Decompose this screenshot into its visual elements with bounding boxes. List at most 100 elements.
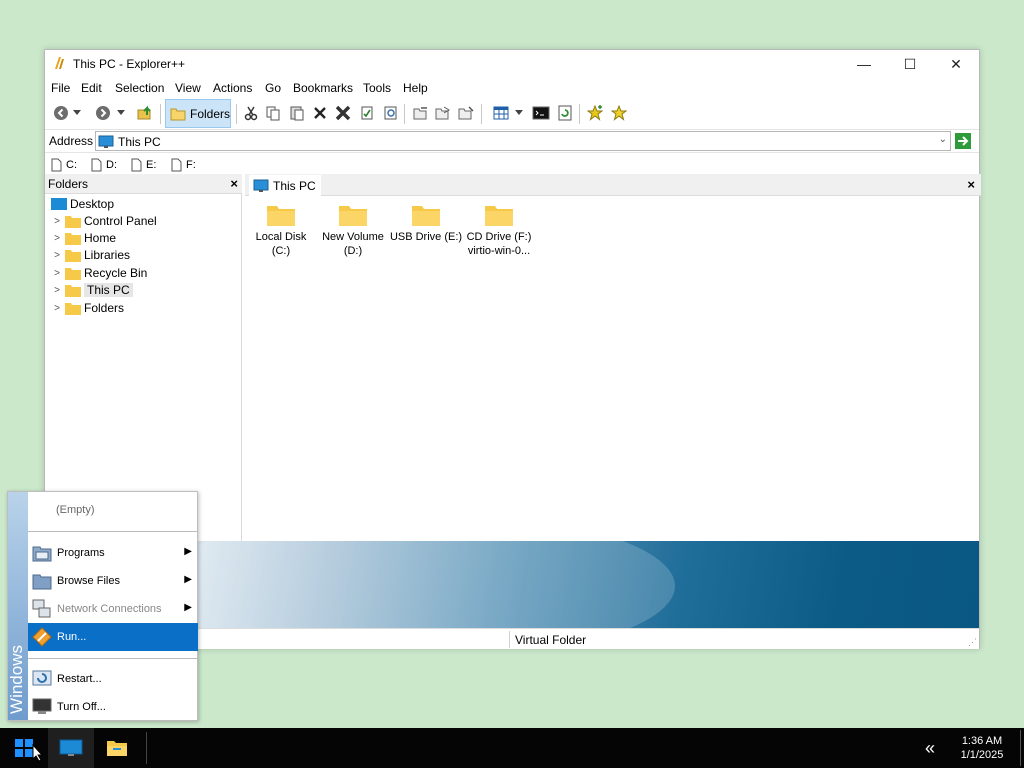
menu-view[interactable]: View xyxy=(175,81,201,95)
menu-go[interactable]: Go xyxy=(265,81,281,95)
taskbar-clock[interactable]: 1:36 AM 1/1/2025 xyxy=(950,734,1014,762)
file-item-local-disk[interactable]: Local Disk (C:) xyxy=(244,203,318,258)
folder-icon xyxy=(65,267,81,280)
delete-icon[interactable] xyxy=(310,103,330,123)
menu-file[interactable]: File xyxy=(51,81,70,95)
tree-item-libraries[interactable]: > Libraries xyxy=(51,247,130,263)
tree-item-control-panel[interactable]: > Control Panel xyxy=(51,213,157,229)
expand-icon[interactable]: > xyxy=(51,250,63,261)
menu-edit[interactable]: Edit xyxy=(81,81,102,95)
tree-item-recycle-bin[interactable]: > Recycle Bin xyxy=(51,265,147,281)
start-menu-restart[interactable]: Restart... xyxy=(28,665,198,693)
delete-permanently-icon[interactable] xyxy=(333,103,353,123)
submenu-arrow-icon: ▶ xyxy=(184,574,192,585)
drive-f-button[interactable]: F: xyxy=(171,157,196,173)
start-menu-item-label: Programs xyxy=(57,547,105,559)
show-desktop-button[interactable] xyxy=(1020,730,1021,766)
copy-to-icon[interactable] xyxy=(411,103,431,123)
back-dropdown-icon[interactable] xyxy=(71,103,83,123)
close-tab-icon[interactable]: × xyxy=(967,177,975,192)
copy-icon[interactable] xyxy=(263,103,283,123)
chevron-down-icon[interactable]: ⌄ xyxy=(939,134,947,145)
forward-dropdown-icon[interactable] xyxy=(115,103,127,123)
menu-help[interactable]: Help xyxy=(403,81,428,95)
tab-bar: This PC × xyxy=(245,174,981,196)
add-bookmark-icon[interactable] xyxy=(585,103,605,123)
start-menu-browse-files[interactable]: Browse Files ▶ xyxy=(28,567,198,595)
start-button[interactable] xyxy=(0,728,47,768)
tray-chevron-icon[interactable]: « xyxy=(910,728,950,768)
menu-tools[interactable]: Tools xyxy=(363,81,391,95)
title-bar[interactable]: This PC - Explorer++ — ☐ ✕ xyxy=(45,50,979,78)
tree-item-label: Folders xyxy=(84,301,125,315)
tree-item-home[interactable]: > Home xyxy=(51,230,116,246)
minimize-button[interactable]: — xyxy=(841,50,887,78)
expand-icon[interactable]: > xyxy=(51,233,63,244)
clock-time: 1:36 AM xyxy=(961,735,1003,747)
status-divider xyxy=(509,631,510,648)
run-icon xyxy=(32,627,52,647)
tree-item-label: Home xyxy=(84,231,117,245)
move-to-icon[interactable] xyxy=(433,103,453,123)
tree-item-label: Desktop xyxy=(70,197,115,211)
drive-d-button[interactable]: D: xyxy=(91,157,117,173)
start-menu-item-label: Browse Files xyxy=(57,575,120,587)
close-pane-icon[interactable]: × xyxy=(230,176,238,191)
properties-icon[interactable] xyxy=(357,103,377,123)
file-item-new-volume[interactable]: New Volume (D:) xyxy=(316,203,390,258)
drive-icon xyxy=(91,158,102,172)
tab-this-pc[interactable]: This PC xyxy=(249,175,321,196)
start-menu-programs[interactable]: Programs ▶ xyxy=(28,539,198,567)
start-menu-network-connections[interactable]: Network Connections ▶ xyxy=(28,595,198,623)
drive-c-button[interactable]: C: xyxy=(51,157,77,173)
resize-grip-icon[interactable]: ⋰ xyxy=(968,637,977,648)
network-connections-icon xyxy=(32,599,51,618)
taskbar-file-explorer-button[interactable] xyxy=(94,728,140,768)
expand-icon[interactable]: > xyxy=(51,216,63,227)
bookmarks-icon[interactable] xyxy=(609,103,629,123)
start-menu-item-label: Turn Off... xyxy=(57,701,106,713)
folders-button[interactable]: Folders xyxy=(165,99,231,128)
cut-icon[interactable] xyxy=(241,103,261,123)
tree-item-desktop[interactable]: Desktop xyxy=(49,196,114,212)
up-icon[interactable] xyxy=(135,103,155,123)
toolbar-separator xyxy=(236,104,237,124)
menu-actions[interactable]: Actions xyxy=(213,81,252,95)
views-dropdown-icon[interactable] xyxy=(513,103,525,123)
start-menu-run[interactable]: Run... xyxy=(28,623,198,651)
start-menu-turn-off[interactable]: Turn Off... xyxy=(28,693,198,721)
paste-icon[interactable] xyxy=(287,103,307,123)
drive-icon xyxy=(131,158,142,172)
command-prompt-icon[interactable] xyxy=(531,103,551,123)
tree-item-this-pc[interactable]: > This PC xyxy=(51,282,133,298)
go-icon[interactable] xyxy=(955,133,971,149)
start-menu-banner: Windows xyxy=(7,492,28,720)
menu-selection[interactable]: Selection xyxy=(115,81,164,95)
drive-e-button[interactable]: E: xyxy=(131,157,156,173)
file-name: Local Disk xyxy=(255,231,307,243)
taskbar-explorerpp-button[interactable] xyxy=(48,728,94,768)
refresh-icon[interactable] xyxy=(555,103,575,123)
toolbar-separator xyxy=(160,104,161,124)
preview-banner xyxy=(195,541,979,628)
toolbar-separator xyxy=(404,104,405,124)
views-icon[interactable] xyxy=(491,103,511,123)
expand-icon[interactable]: > xyxy=(51,303,63,314)
menu-bookmarks[interactable]: Bookmarks xyxy=(293,81,353,95)
close-button[interactable]: ✕ xyxy=(933,50,979,78)
file-explorer-icon xyxy=(107,741,127,756)
expand-icon[interactable]: > xyxy=(51,285,63,296)
forward-icon[interactable] xyxy=(93,103,113,123)
back-icon[interactable] xyxy=(51,103,71,123)
address-bar: Address This PC ⌄ xyxy=(45,129,979,151)
file-item-usb-drive[interactable]: USB Drive (E:) xyxy=(389,203,463,244)
monitor-icon xyxy=(59,739,83,756)
tree-item-folders[interactable]: > Folders xyxy=(51,300,124,316)
maximize-button[interactable]: ☐ xyxy=(887,50,933,78)
file-item-cd-drive[interactable]: CD Drive (F:) virtio-win-0... xyxy=(462,203,536,258)
toolbar: Folders xyxy=(45,99,979,129)
expand-icon[interactable]: > xyxy=(51,268,63,279)
new-folder-icon[interactable] xyxy=(456,103,476,123)
address-field[interactable]: This PC ⌄ xyxy=(95,131,951,151)
search-icon[interactable] xyxy=(381,103,401,123)
